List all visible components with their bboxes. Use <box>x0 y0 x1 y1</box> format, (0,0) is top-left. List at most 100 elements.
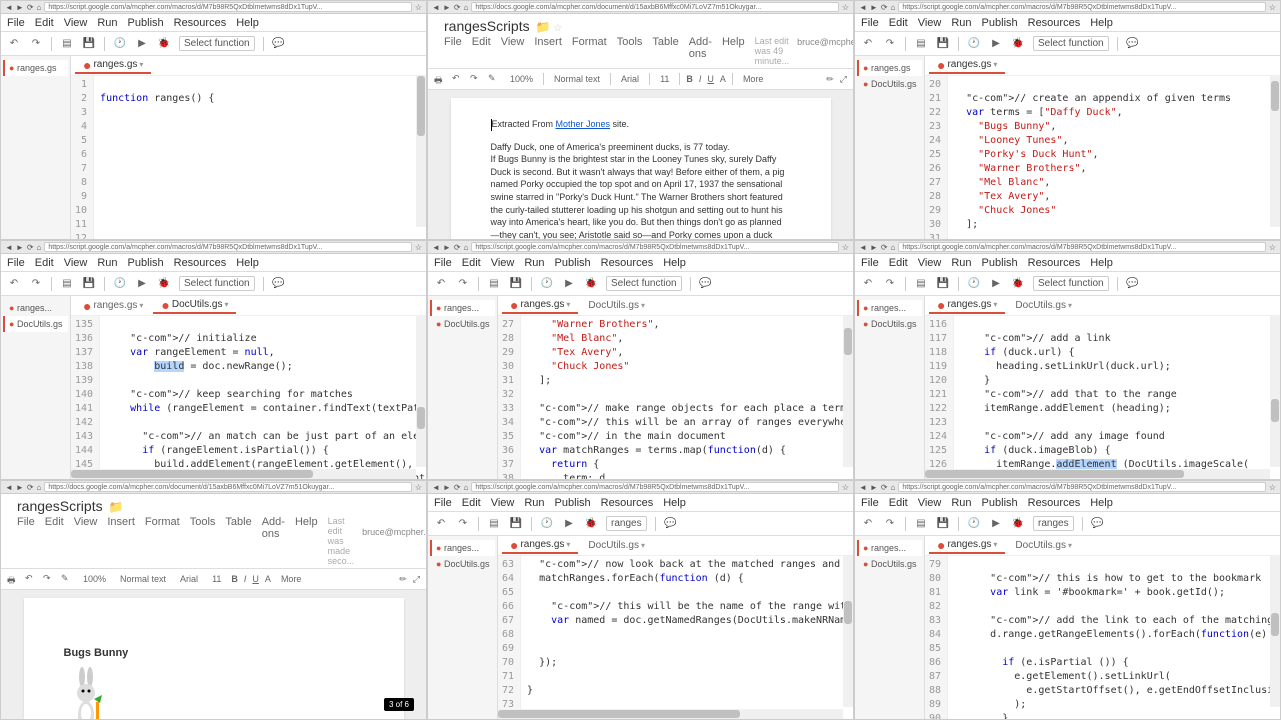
tab-docutils[interactable]: DocUtils.gs▾ <box>580 298 653 313</box>
print-icon[interactable]: 🖶 <box>434 73 446 85</box>
function-select[interactable]: ranges <box>606 516 647 531</box>
star-icon[interactable]: ☆ <box>842 3 849 12</box>
mother-jones-link[interactable]: Mother Jones <box>556 119 611 129</box>
menu-file[interactable]: File <box>7 17 25 29</box>
sidebar-file-ranges[interactable]: ● ranges... <box>3 300 68 316</box>
sidebar-file-docutils[interactable]: ● DocUtils.gs <box>857 316 922 332</box>
script-editor-pane-4: ◄►⟳⌂https://script.google.com/a/mcpher.c… <box>0 240 427 480</box>
menu-view[interactable]: View <box>64 17 88 29</box>
file-sidebar: ● ranges.gs <box>1 56 71 239</box>
clock-icon[interactable]: 🕐 <box>113 37 127 51</box>
code-editor[interactable]: 1351361371381391401411421431441451461471… <box>71 316 426 479</box>
doc-title[interactable]: rangesScripts <box>17 498 103 514</box>
balloon-icon[interactable]: 💬 <box>272 37 286 51</box>
save-icon[interactable]: 💾 <box>82 37 96 51</box>
docs-menu-format[interactable]: Format <box>572 36 607 66</box>
home-icon[interactable]: ⌂ <box>37 3 42 12</box>
folder-icon[interactable]: 📁 <box>536 20 551 34</box>
menu-run[interactable]: Run <box>97 17 117 29</box>
toolbar: ↶ ↷ ▤ 💾 🕐 ▶ 🐞 Select function 💬 <box>1 32 426 56</box>
redo-icon[interactable]: ↷ <box>470 73 482 85</box>
code-editor[interactable]: 1161171181191201211221231241251261271281… <box>925 316 1280 479</box>
debug-icon[interactable]: 🐞 <box>157 37 171 51</box>
url-bar[interactable]: https://docs.google.com/a/mcpher.com/doc… <box>471 2 838 12</box>
sidebar-file-ranges[interactable]: ● ranges.gs <box>3 60 68 76</box>
tab-ranges[interactable]: ●ranges.gs▾ <box>75 298 151 313</box>
script-editor-pane-1: ◄ ► ⟳ ⌂ https://script.google.com/a/mcph… <box>0 0 427 240</box>
back-icon[interactable]: ◄ <box>432 3 440 12</box>
sidebar-file-docutils[interactable]: ● DocUtils.gs <box>430 316 495 332</box>
docs-menu-tools[interactable]: Tools <box>617 36 643 66</box>
sidebar-file-docutils[interactable]: ● DocUtils.gs <box>3 316 68 332</box>
docs-menu-help[interactable]: Help <box>722 36 745 66</box>
sidebar-file-ranges[interactable]: ● ranges.gs <box>857 60 922 76</box>
font-select[interactable]: Arial <box>617 73 643 85</box>
bold-icon[interactable]: B <box>686 74 693 84</box>
tab-docutils[interactable]: ●DocUtils.gs▾ <box>153 297 236 314</box>
back-icon[interactable]: ◄ <box>5 3 13 12</box>
docs-page[interactable]: Extracted From Mother Jones site. Daffy … <box>451 98 831 239</box>
forward-icon[interactable]: ► <box>16 3 24 12</box>
function-select[interactable]: Select function <box>179 36 255 51</box>
user-email[interactable]: bruce@mcpher.com <box>797 37 854 47</box>
menu-publish[interactable]: Publish <box>128 17 164 29</box>
forward-icon[interactable]: ► <box>443 3 451 12</box>
docs-canvas[interactable]: Bugs Bunny 3 of 6 <box>1 590 426 719</box>
docs-menu-table[interactable]: Table <box>652 36 678 66</box>
docs-menu-view[interactable]: View <box>501 36 525 66</box>
star-icon[interactable]: ☆ <box>415 3 422 12</box>
code-editor[interactable]: 1234567891011121314151617 function range… <box>71 76 426 239</box>
code-editor[interactable]: 2021222324252627282930313233343536 "c-co… <box>925 76 1280 239</box>
tab-ranges[interactable]: ●ranges.gs▾ <box>502 297 578 314</box>
text-color-icon[interactable]: A <box>720 74 726 84</box>
undo-icon[interactable]: ↶ <box>7 37 21 51</box>
indent-icon[interactable]: ▤ <box>60 37 74 51</box>
reload-icon[interactable]: ⟳ <box>27 3 34 12</box>
menu-resources[interactable]: Resources <box>174 17 227 29</box>
editing-mode-icon[interactable]: ✏ <box>826 74 834 85</box>
underline-icon[interactable]: U <box>707 74 714 84</box>
tab-ranges[interactable]: ●ranges.gs▾ <box>75 57 151 74</box>
menu-help[interactable]: Help <box>236 17 259 29</box>
menu-bar: File Edit View Run Publish Resources Hel… <box>1 14 426 32</box>
redo-icon[interactable]: ↷ <box>29 37 43 51</box>
script-editor-pane-6: ◄►⟳⌂https://script.google.com/a/mcpher.c… <box>854 240 1281 480</box>
tab-ranges[interactable]: ●ranges.gs▾ <box>929 57 1005 74</box>
docs-menu-addons[interactable]: Add-ons <box>689 36 712 66</box>
sidebar-file-docutils[interactable]: ● DocUtils.gs <box>857 76 922 92</box>
sidebar-file-ranges[interactable]: ● ranges... <box>857 300 922 316</box>
bugs-image <box>64 667 364 719</box>
docs-canvas[interactable]: Extracted From Mother Jones site. Daffy … <box>428 90 853 239</box>
docs-pane-top: ◄►⟳⌂ https://docs.google.com/a/mcpher.co… <box>427 0 854 240</box>
paint-icon[interactable]: ✎ <box>488 73 500 85</box>
docs-pane-bottom: ◄►⟳⌂https://docs.google.com/a/mcpher.com… <box>0 480 427 720</box>
tab-docutils[interactable]: DocUtils.gs▾ <box>1007 298 1080 313</box>
zoom-select[interactable]: 100% <box>506 73 537 85</box>
url-bar[interactable]: https://script.google.com/a/mcpher.com/m… <box>44 2 411 12</box>
code-tabs: ●ranges.gs▾ <box>71 56 426 76</box>
run-icon[interactable]: ▶ <box>562 517 576 531</box>
code-editor[interactable]: 272829303132333435363738394041424344 "Wa… <box>498 316 853 479</box>
last-edit: Last edit was 49 minute... <box>755 36 790 66</box>
tab-ranges[interactable]: ●ranges.gs▾ <box>929 297 1005 314</box>
browser-chrome: ◄►⟳⌂ https://docs.google.com/a/mcpher.co… <box>428 1 853 14</box>
menu-edit[interactable]: Edit <box>35 17 54 29</box>
docs-menu-edit[interactable]: Edit <box>472 36 491 66</box>
italic-icon[interactable]: I <box>699 74 702 84</box>
star-doc-icon[interactable]: ☆ <box>553 23 562 34</box>
doc-title[interactable]: rangesScripts <box>444 18 530 34</box>
expand-icon[interactable]: ⤢ <box>840 74 847 85</box>
run-icon[interactable]: ▶ <box>135 37 149 51</box>
folder-icon[interactable]: 📁 <box>109 500 124 514</box>
home-icon[interactable]: ⌂ <box>464 3 469 12</box>
reload-icon[interactable]: ⟳ <box>454 3 461 12</box>
style-select[interactable]: Normal text <box>550 73 604 85</box>
undo-icon[interactable]: ↶ <box>452 73 464 85</box>
more-button[interactable]: More <box>739 73 768 85</box>
debug-icon[interactable]: 🐞 <box>584 517 598 531</box>
docs-menu-insert[interactable]: Insert <box>534 36 562 66</box>
sidebar-file-ranges[interactable]: ● ranges... <box>430 300 495 316</box>
vertical-scrollbar[interactable] <box>416 76 426 227</box>
docs-menu-file[interactable]: File <box>444 36 462 66</box>
size-select[interactable]: 11 <box>656 73 673 85</box>
